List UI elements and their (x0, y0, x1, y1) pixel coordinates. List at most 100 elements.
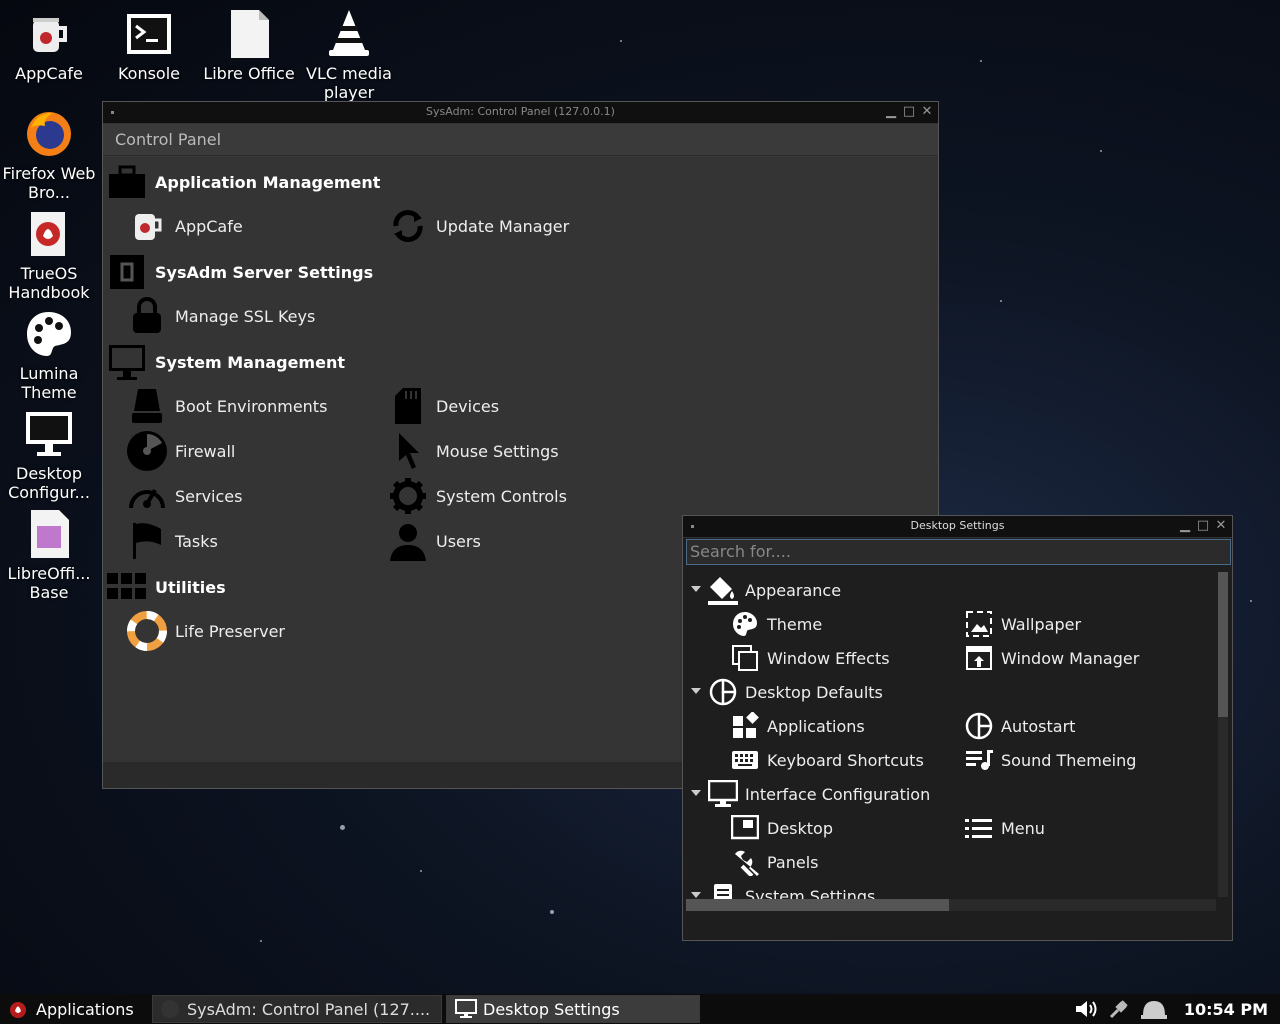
task-desktop-settings[interactable]: Desktop Settings (446, 995, 700, 1023)
category-system-management: System Management (107, 342, 345, 382)
desktop-icon-konsole[interactable]: Konsole (101, 8, 197, 83)
user-icon (386, 519, 430, 563)
minimize-icon[interactable]: ▁ (1178, 517, 1192, 535)
desktop-icon-label: Firefox Web Bro... (2, 164, 96, 202)
group-system-settings[interactable]: System Settings (708, 880, 875, 900)
server-icon (107, 252, 147, 292)
palette-icon (730, 609, 760, 639)
desktop-icon-libreoffice[interactable]: Libre Office (201, 8, 297, 83)
gauge-icon (125, 474, 169, 518)
minimize-icon[interactable]: ▁ (884, 103, 898, 121)
traffic-cone-icon (323, 8, 375, 60)
expand-arrow-icon[interactable] (691, 688, 701, 694)
applications-label: Applications (36, 999, 134, 1019)
close-icon[interactable]: ✕ (920, 103, 934, 121)
page-title: Control Panel (103, 124, 938, 156)
image-frame-icon (964, 609, 994, 639)
menu-list-icon (964, 813, 994, 843)
maximize-icon[interactable]: □ (902, 103, 916, 121)
item-appcafe[interactable]: AppCafe (125, 204, 243, 248)
category-sysadm-server-settings: SysAdm Server Settings (107, 252, 373, 292)
item-autostart[interactable]: Autostart (964, 710, 1075, 742)
expand-arrow-icon[interactable] (691, 892, 701, 898)
item-update-manager[interactable]: Update Manager (386, 204, 569, 248)
book-icon (23, 208, 75, 260)
group-appearance[interactable]: Appearance (708, 574, 841, 606)
firefox-icon (23, 108, 75, 160)
group-desktop-defaults[interactable]: Desktop Defaults (708, 676, 883, 708)
item-manage-ssl-keys[interactable]: Manage SSL Keys (125, 294, 315, 338)
lock-icon (125, 294, 169, 338)
item-system-controls[interactable]: System Controls (386, 474, 567, 518)
palette-icon (23, 308, 75, 360)
desktop-icon-appcafe[interactable]: AppCafe (1, 8, 97, 83)
system-tray: 10:54 PM (1074, 994, 1268, 1024)
category-application-management: Application Management (107, 162, 380, 202)
vertical-scrollbar[interactable] (1218, 572, 1228, 897)
item-desktop[interactable]: Desktop (730, 812, 833, 844)
horizontal-scrollbar[interactable] (686, 899, 1216, 911)
desktop-icon-libreoffice-base[interactable]: LibreOffi... Base (1, 508, 97, 602)
clock[interactable]: 10:54 PM (1184, 1000, 1268, 1019)
taskbar: Applications SysAdm: Control Panel (127.… (0, 994, 1280, 1024)
window-title: SysAdm: Control Panel (127.0.0.1) (426, 105, 615, 118)
item-panels[interactable]: Panels (730, 846, 819, 878)
desktop-icon-label: VLC media player (306, 64, 392, 102)
item-sound-themeing[interactable]: Sound Themeing (964, 744, 1136, 776)
expand-arrow-icon[interactable] (691, 790, 701, 796)
desktop-icon-vlc[interactable]: VLC media player (301, 8, 397, 102)
desktop-icon-handbook[interactable]: TrueOS Handbook (1, 208, 97, 302)
desktop-icon-lumina-theme[interactable]: Lumina Theme (1, 308, 97, 402)
window-title: Desktop Settings (910, 519, 1005, 532)
gear-icon (386, 474, 430, 518)
search-input[interactable]: Search for.... (686, 539, 1231, 565)
document-icon (223, 8, 275, 60)
monitor-icon (23, 408, 75, 460)
pie-chart-icon (964, 711, 994, 741)
item-tasks[interactable]: Tasks (125, 519, 218, 563)
applications-menu-button[interactable]: Applications (0, 999, 148, 1019)
network-plug-icon[interactable] (1108, 998, 1130, 1020)
item-mouse-settings[interactable]: Mouse Settings (386, 429, 559, 473)
desktop-icon-desktop-config[interactable]: Desktop Configur... (1, 408, 97, 502)
item-life-preserver[interactable]: Life Preserver (125, 609, 285, 653)
item-window-effects[interactable]: Window Effects (730, 642, 890, 674)
window-menu-icon[interactable] (691, 525, 694, 528)
monitor-icon (708, 779, 738, 809)
item-users[interactable]: Users (386, 519, 481, 563)
settings-tree: Appearance Theme Wallpaper Window Effect… (686, 570, 1216, 900)
control-panel-titlebar[interactable]: SysAdm: Control Panel (127.0.0.1) ▁ □ ✕ (103, 102, 938, 124)
desktop-icon-label: Konsole (117, 64, 181, 83)
desktop-icon-firefox[interactable]: Firefox Web Bro... (1, 108, 97, 202)
desktop-settings-titlebar[interactable]: Desktop Settings ▁ □ ✕ (683, 516, 1232, 538)
item-services[interactable]: Services (125, 474, 242, 518)
maximize-icon[interactable]: □ (1196, 517, 1210, 535)
desktop-icon-label: Lumina Theme (19, 364, 79, 402)
volume-icon[interactable] (1074, 998, 1098, 1020)
item-theme[interactable]: Theme (730, 608, 822, 640)
item-wallpaper[interactable]: Wallpaper (964, 608, 1081, 640)
item-menu[interactable]: Menu (964, 812, 1045, 844)
item-boot-environments[interactable]: Boot Environments (125, 384, 327, 428)
group-interface-configuration[interactable]: Interface Configuration (708, 778, 930, 810)
window-menu-icon[interactable] (111, 111, 114, 114)
desktop-window-icon (730, 813, 760, 843)
item-devices[interactable]: Devices (386, 384, 499, 428)
coffee-cup-icon (125, 204, 169, 248)
task-control-panel[interactable]: SysAdm: Control Panel (127.... (152, 995, 442, 1023)
grid-icon (107, 567, 147, 607)
briefcase-icon (107, 162, 147, 202)
item-applications[interactable]: Applications (730, 710, 865, 742)
boot-disk-icon (125, 384, 169, 428)
item-firewall[interactable]: Firewall (125, 429, 235, 473)
life-preserver-icon (125, 609, 169, 653)
item-window-manager[interactable]: Window Manager (964, 642, 1139, 674)
update-helmet-icon[interactable] (1140, 997, 1168, 1021)
pie-chart-icon (708, 677, 738, 707)
close-icon[interactable]: ✕ (1214, 517, 1228, 535)
item-keyboard-shortcuts[interactable]: Keyboard Shortcuts (730, 744, 924, 776)
expand-arrow-icon[interactable] (691, 586, 701, 592)
monitor-icon (107, 342, 147, 382)
flag-icon (125, 519, 169, 563)
windows-stack-icon (730, 643, 760, 673)
